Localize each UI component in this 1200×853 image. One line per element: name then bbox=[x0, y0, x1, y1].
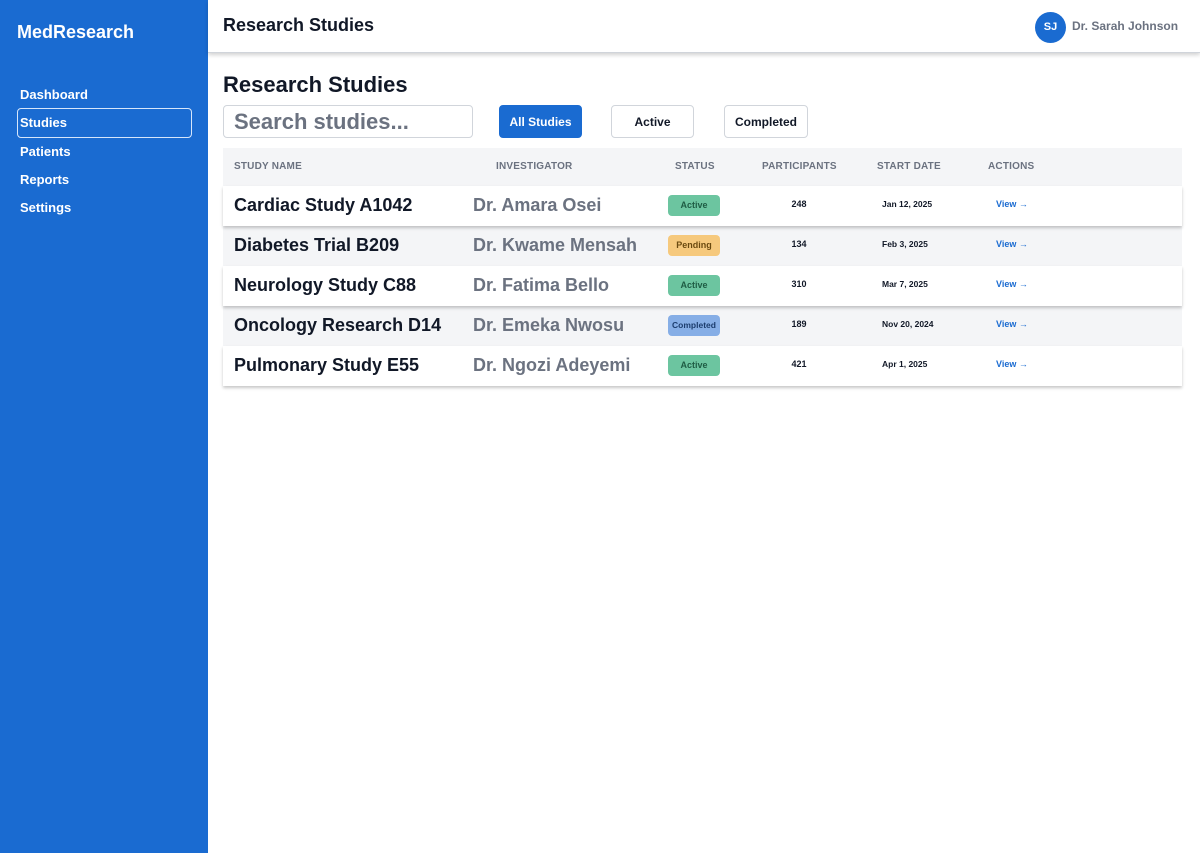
investigator-name: Dr. Emeka Nwosu bbox=[473, 315, 625, 335]
column-header-investigator[interactable]: Investigator bbox=[496, 161, 572, 172]
table-row: Oncology Research D14 Dr. Emeka Nwosu Co… bbox=[223, 306, 1182, 346]
sidebar-item-dashboard[interactable]: Dashboard bbox=[17, 80, 192, 110]
filter-completed-button[interactable]: Completed bbox=[724, 105, 808, 138]
column-header-status[interactable]: Status bbox=[675, 161, 715, 172]
sidebar-nav: Dashboard Studies Patients Reports Setti… bbox=[17, 80, 192, 222]
table-row: Pulmonary Study E55 Dr. Ngozi Adeyemi Ac… bbox=[223, 346, 1182, 386]
view-link[interactable]: View → bbox=[996, 359, 1028, 369]
sidebar: MedResearch Dashboard Studies Patients R… bbox=[0, 0, 208, 853]
studies-table: Study Name Investigator Status Participa… bbox=[223, 148, 1182, 386]
view-link[interactable]: View → bbox=[996, 199, 1028, 209]
view-link[interactable]: View → bbox=[996, 319, 1028, 329]
search-input[interactable] bbox=[223, 105, 473, 138]
start-date: Mar 7, 2025 bbox=[882, 279, 928, 289]
status-badge: Pending bbox=[668, 235, 720, 256]
start-date: Nov 20, 2024 bbox=[882, 319, 934, 329]
start-date: Apr 1, 2025 bbox=[882, 359, 928, 369]
column-header-start-date[interactable]: Start Date bbox=[877, 161, 941, 172]
table-row: Diabetes Trial B209 Dr. Kwame Mensah Pen… bbox=[223, 226, 1182, 266]
participants-count: 310 bbox=[791, 279, 807, 289]
study-name: Cardiac Study A1042 bbox=[234, 195, 413, 215]
table-row: Cardiac Study A1042 Dr. Amara Osei Activ… bbox=[223, 186, 1182, 226]
study-name: Neurology Study C88 bbox=[234, 275, 417, 295]
column-header-actions: Actions bbox=[988, 161, 1035, 172]
status-badge: Active bbox=[668, 195, 720, 216]
status-badge: Active bbox=[668, 355, 720, 376]
column-header-study-name[interactable]: Study Name bbox=[234, 161, 302, 172]
sidebar-item-settings[interactable]: Settings bbox=[17, 193, 192, 223]
page-title: Research Studies bbox=[223, 72, 408, 97]
filter-all-studies-button[interactable]: All Studies bbox=[499, 105, 582, 138]
avatar[interactable]: SJ bbox=[1035, 12, 1066, 43]
investigator-name: Dr. Kwame Mensah bbox=[473, 235, 638, 255]
sidebar-item-patients[interactable]: Patients bbox=[17, 137, 192, 167]
column-header-participants[interactable]: Participants bbox=[762, 161, 837, 172]
view-link[interactable]: View → bbox=[996, 279, 1028, 289]
top-bar: Research Studies SJ Dr. Sarah Johnson bbox=[208, 0, 1200, 53]
participants-count: 421 bbox=[791, 359, 807, 369]
investigator-name: Dr. Fatima Bello bbox=[473, 275, 610, 295]
study-name: Pulmonary Study E55 bbox=[234, 355, 420, 375]
participants-count: 248 bbox=[791, 199, 807, 209]
sidebar-item-reports[interactable]: Reports bbox=[17, 165, 192, 195]
status-badge: Completed bbox=[668, 315, 720, 336]
table-header: Study Name Investigator Status Participa… bbox=[223, 148, 1182, 186]
user-name[interactable]: Dr. Sarah Johnson bbox=[1072, 19, 1178, 33]
investigator-name: Dr. Amara Osei bbox=[473, 195, 602, 215]
start-date: Feb 3, 2025 bbox=[882, 239, 928, 249]
study-name: Oncology Research D14 bbox=[234, 315, 442, 335]
table-row: Neurology Study C88 Dr. Fatima Bello Act… bbox=[223, 266, 1182, 306]
participants-count: 134 bbox=[791, 239, 807, 249]
start-date: Jan 12, 2025 bbox=[882, 199, 933, 209]
investigator-name: Dr. Ngozi Adeyemi bbox=[473, 355, 631, 375]
study-name: Diabetes Trial B209 bbox=[234, 235, 400, 255]
filter-active-button[interactable]: Active bbox=[611, 105, 694, 138]
brand-logo: MedResearch bbox=[17, 22, 135, 42]
sidebar-item-studies[interactable]: Studies bbox=[17, 108, 192, 139]
status-badge: Active bbox=[668, 275, 720, 296]
participants-count: 189 bbox=[791, 319, 807, 329]
header-title: Research Studies bbox=[223, 15, 375, 35]
view-link[interactable]: View → bbox=[996, 239, 1028, 249]
